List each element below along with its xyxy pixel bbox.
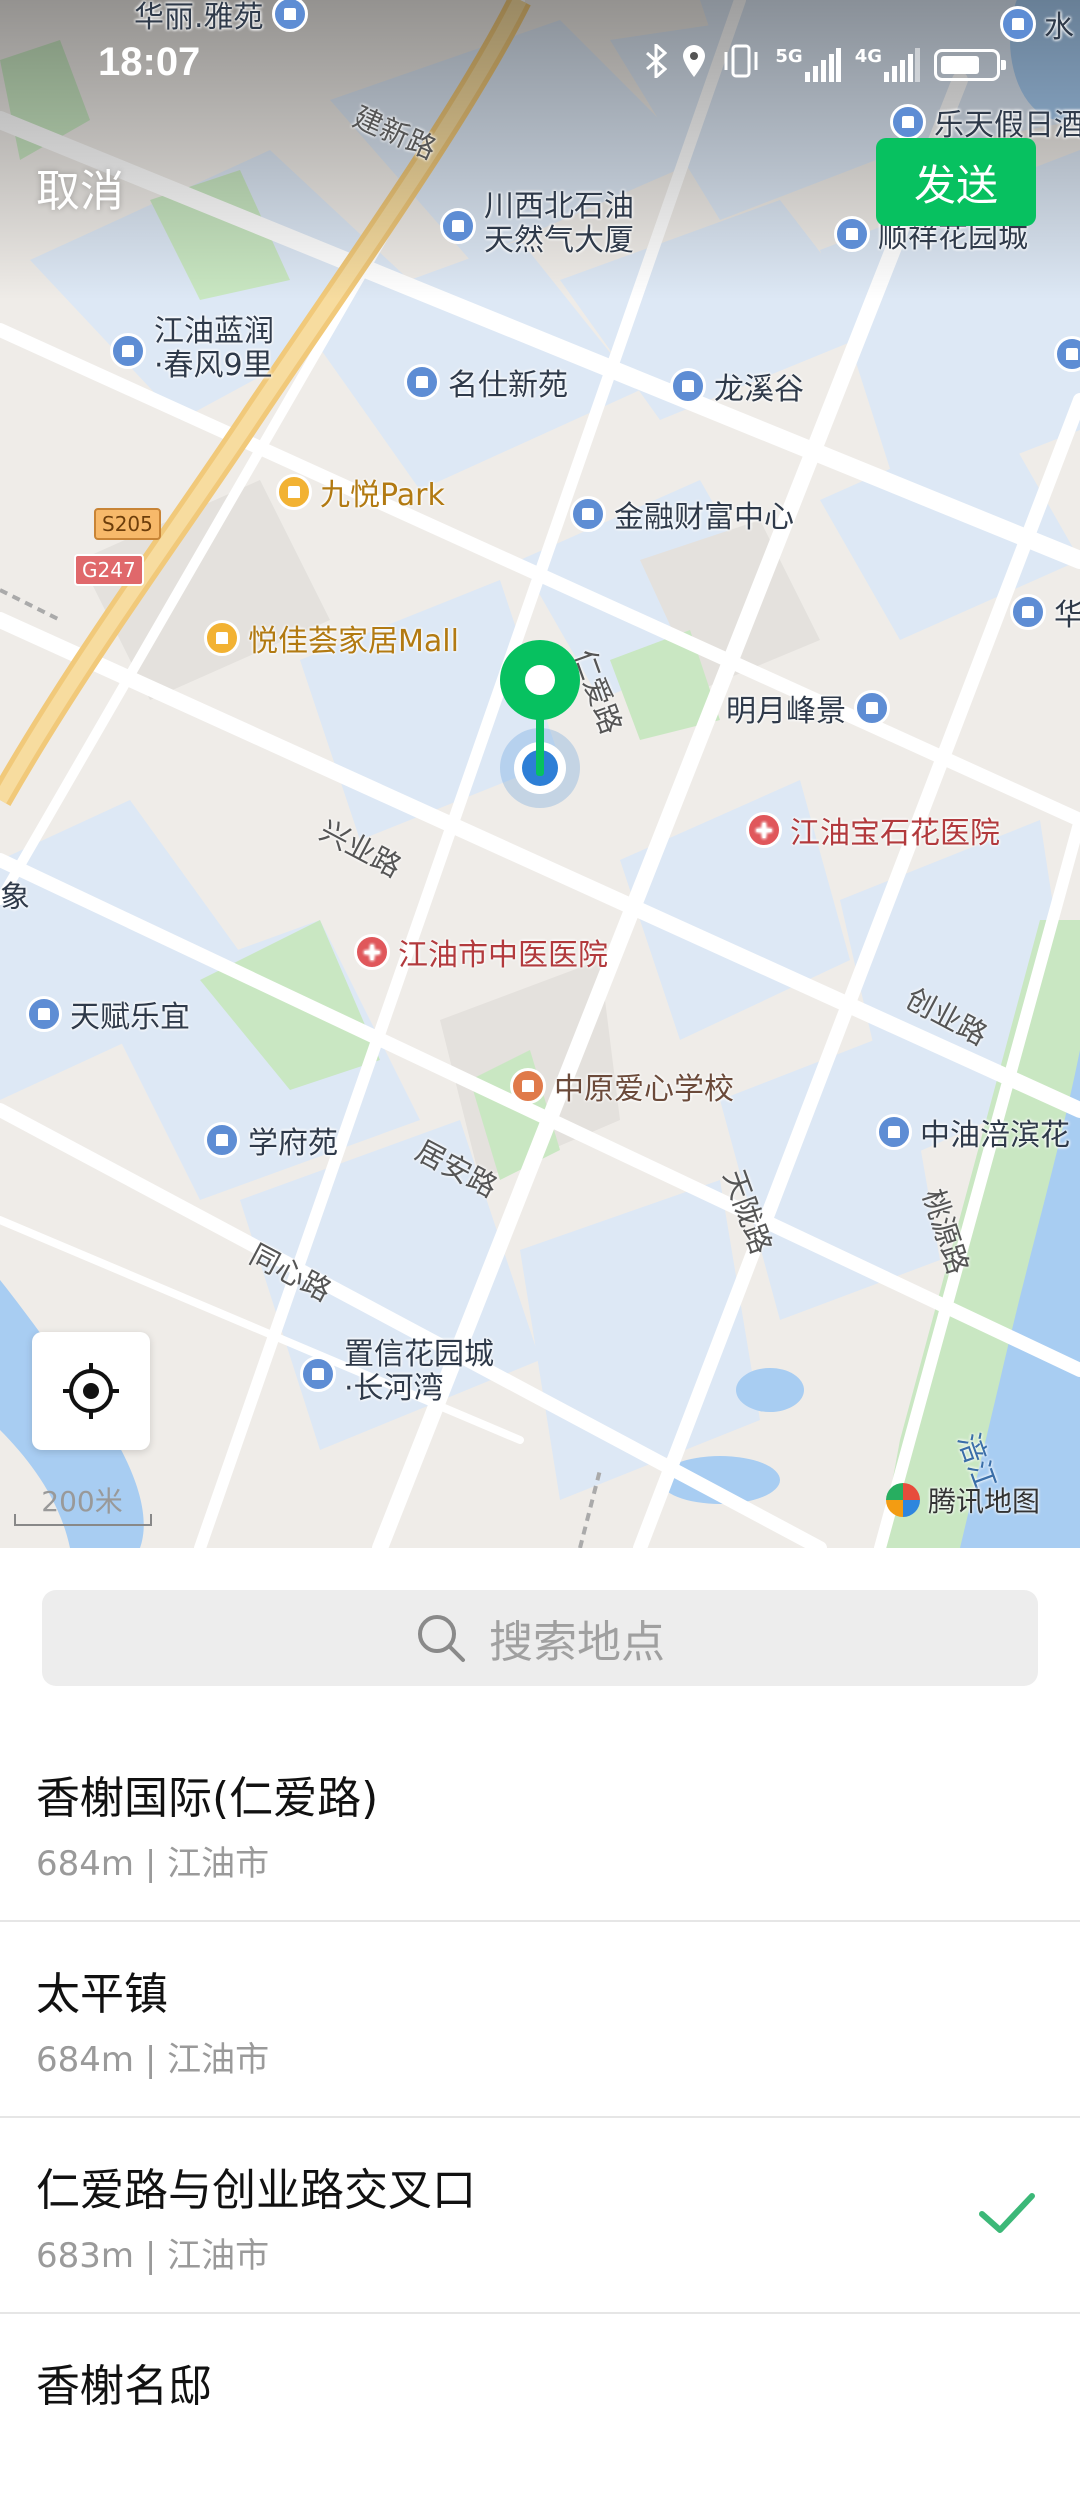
location-icon [681, 44, 707, 85]
list-item-title: 仁爱路与创业路交叉口 [36, 2165, 476, 2216]
selected-location-marker[interactable] [498, 640, 582, 820]
residence-icon [1054, 336, 1080, 372]
list-item-title: 香榭名邸 [36, 2361, 212, 2412]
list-item-subtitle: 684m | 江油市 [36, 1844, 270, 1884]
poi-mingshi[interactable]: 名仕新苑 [404, 360, 568, 404]
location-panel: 搜索地点 香榭国际(仁爱路) 684m | 江油市 太平镇 684m | 江油市… [0, 1548, 1080, 2412]
highway-shield-g247: G247 [74, 554, 144, 586]
hospital-icon [746, 812, 782, 848]
poi-xiang[interactable]: 象 [0, 872, 30, 916]
list-item-subtitle: 684m | 江油市 [36, 2040, 270, 2080]
status-bar: 18:07 5G 4G [0, 0, 1080, 130]
poi-zhongyou[interactable]: 中油涪滨花 [876, 1110, 1070, 1154]
status-icons: 5G 4G [645, 41, 1006, 85]
list-item[interactable]: 香榭国际(仁爱路) 684m | 江油市 [0, 1726, 1080, 1922]
building-icon [440, 208, 476, 244]
my-location-button[interactable] [32, 1332, 150, 1450]
cancel-button[interactable]: 取消 [36, 155, 124, 219]
list-item-subtitle: 683m | 江油市 [36, 2236, 270, 2276]
residence-icon [876, 1114, 912, 1150]
poi-baoshi[interactable]: 江油宝石花医院 [746, 808, 1000, 852]
residence-icon [26, 996, 62, 1032]
residence-icon [834, 216, 870, 252]
poi-zhixin[interactable]: 置信花园城 ·长河湾 [300, 1338, 494, 1406]
residence-icon [570, 496, 606, 532]
send-button[interactable]: 发送 [876, 138, 1036, 226]
status-time: 18:07 [98, 40, 201, 84]
result-list: 香榭国际(仁爱路) 684m | 江油市 太平镇 684m | 江油市 仁爱路与… [0, 1726, 1080, 2508]
search-placeholder: 搜索地点 [489, 1617, 665, 1668]
residence-icon [404, 364, 440, 400]
residence-icon [300, 1356, 336, 1392]
poi-jiuyue[interactable]: 九悦Park [276, 470, 445, 514]
search-input[interactable]: 搜索地点 [42, 1590, 1038, 1686]
map-scale: 200米 [14, 1480, 152, 1526]
checkmark-icon [979, 2193, 1035, 2233]
highway-shield-s205: S205 [94, 508, 161, 540]
4g-signal-icon: 4G [855, 47, 920, 82]
poi-zhongyi[interactable]: 江油市中医医院 [354, 930, 608, 974]
residence-icon [670, 368, 706, 404]
poi-hua[interactable]: 华 [1010, 590, 1080, 634]
shopping-icon [204, 620, 240, 656]
poi-longxi[interactable]: 龙溪谷 [670, 364, 804, 408]
list-item-title: 香榭国际(仁爱路) [36, 1773, 379, 1824]
list-item-title: 太平镇 [36, 1969, 168, 2020]
list-item[interactable]: 香榭名邸 [0, 2314, 1080, 2508]
5g-signal-icon: 5G [775, 47, 841, 82]
tencent-map-logo-icon [886, 1483, 920, 1517]
map-view[interactable]: 华丽.雅苑 水 乐天假日酒 川西北石油 天然气大厦 顺祥花园城 江油蓝润 ·春风… [0, 0, 1080, 1548]
poi-zhongyuan[interactable]: 中原爱心学校 [510, 1064, 734, 1108]
poi-yuejia[interactable]: 悦佳荟家居Mall [204, 616, 459, 660]
residence-icon [110, 333, 146, 369]
school-icon [510, 1068, 546, 1104]
poi-jinrong[interactable]: 金融财富中心 [570, 492, 794, 536]
list-item-selected[interactable]: 仁爱路与创业路交叉口 683m | 江油市 [0, 2118, 1080, 2314]
shopping-icon [276, 474, 312, 510]
poi-xuefu[interactable]: 学府苑 [204, 1118, 338, 1162]
hospital-icon [354, 934, 390, 970]
residence-icon [1010, 594, 1046, 630]
list-item[interactable]: 太平镇 684m | 江油市 [0, 1922, 1080, 2118]
vibrate-icon [721, 44, 761, 85]
search-icon [418, 1615, 465, 1662]
residence-icon [204, 1122, 240, 1158]
poi-edge[interactable] [1054, 336, 1080, 372]
bluetooth-icon [645, 41, 668, 85]
poi-tianfu[interactable]: 天赋乐宜 [26, 992, 190, 1036]
residence-icon [854, 690, 890, 726]
poi-lanrun[interactable]: 江油蓝润 ·春风9里 [110, 315, 274, 383]
map-brand: 腾讯地图 [886, 1480, 1040, 1520]
poi-mingyue[interactable]: 明月峰景 [726, 686, 890, 730]
poi-chuanxi[interactable]: 川西北石油 天然气大厦 [440, 190, 634, 258]
battery-icon [934, 48, 1006, 81]
crosshair-icon [63, 1363, 119, 1419]
